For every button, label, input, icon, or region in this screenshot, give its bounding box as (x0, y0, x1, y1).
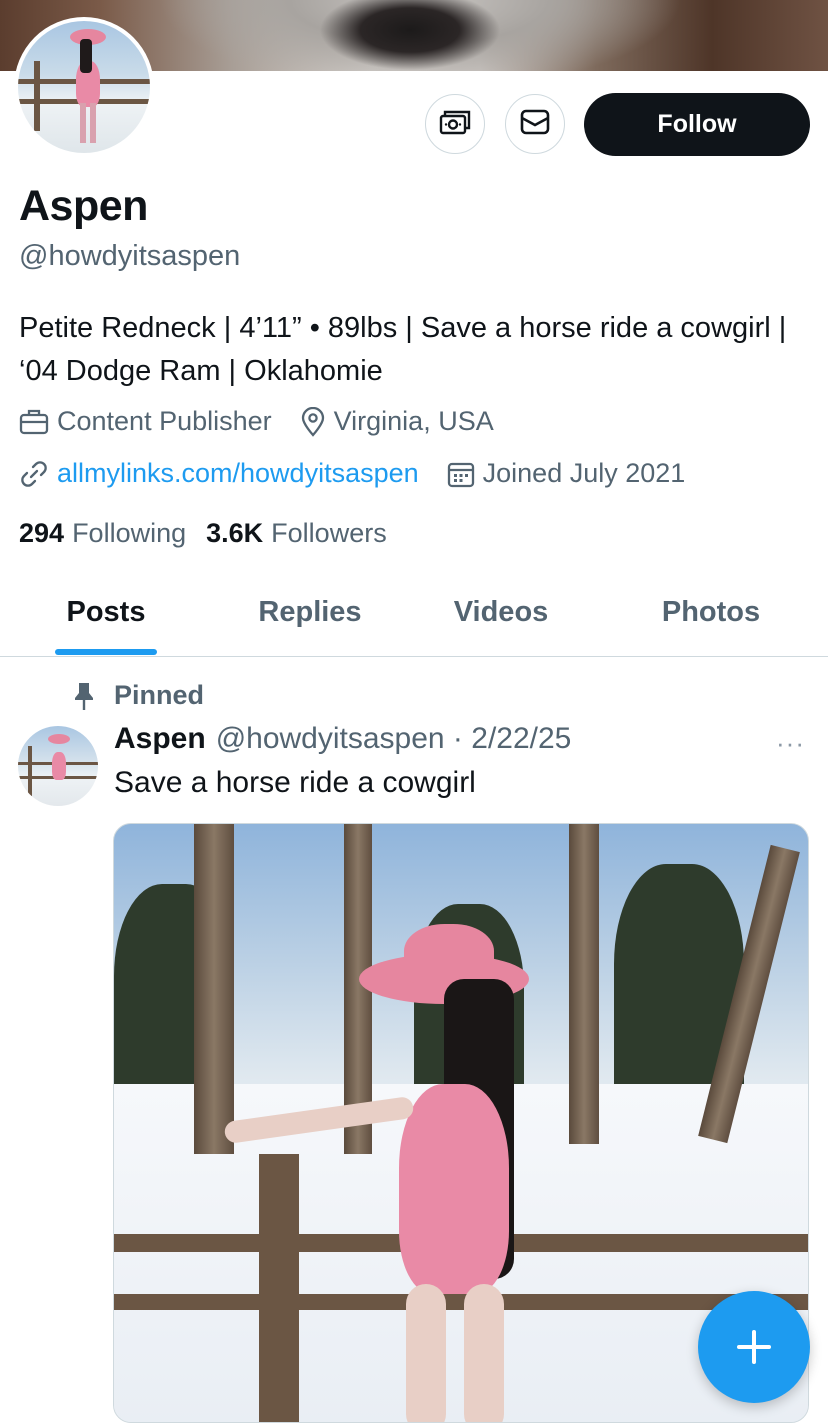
compose-button[interactable] (698, 1291, 810, 1403)
money-icon (439, 107, 471, 142)
post-author-handle-date[interactable]: @howdyitsaspen · 2/22/25 (216, 722, 572, 756)
location-text: Virginia, USA (333, 406, 494, 436)
tab-photos[interactable]: Photos (594, 570, 828, 655)
pinned-indicator: Pinned (72, 680, 204, 711)
profile-avatar[interactable] (14, 17, 154, 157)
tab-videos[interactable]: Videos (408, 570, 594, 655)
post-header: Aspen @howdyitsaspen · 2/22/25 (114, 722, 571, 756)
profile-meta-row-2: allmylinks.com/howdyitsaspen Joined July… (19, 458, 713, 489)
location-pin-icon (301, 406, 324, 437)
pinned-label: Pinned (114, 680, 205, 710)
join-date-text: Joined July 2021 (482, 458, 686, 488)
profile-stats: 294 Following 3.6K Followers (19, 518, 407, 549)
following-link[interactable]: 294 Following (19, 518, 186, 549)
plus-icon (737, 1330, 771, 1364)
location: Virginia, USA (300, 406, 494, 437)
follow-button[interactable]: Follow (584, 93, 810, 156)
post-text: Save a horse ride a cowgirl (114, 766, 476, 799)
subscribe-button[interactable] (425, 94, 485, 154)
website-link[interactable]: allmylinks.com/howdyitsaspen (57, 458, 419, 489)
website[interactable]: allmylinks.com/howdyitsaspen (19, 458, 419, 489)
active-tab-indicator (55, 649, 157, 655)
occupation: Content Publisher (19, 406, 272, 437)
post-author-name[interactable]: Aspen (114, 722, 206, 756)
mail-icon (520, 109, 550, 140)
following-count: 294 (19, 518, 65, 548)
more-options-icon[interactable]: ··· (776, 728, 805, 759)
tab-posts[interactable]: Posts (0, 570, 212, 655)
following-label: Following (72, 518, 187, 548)
join-date: Joined July 2021 (447, 458, 686, 489)
avatar-photo (18, 21, 150, 153)
followers-label: Followers (271, 518, 387, 548)
tab-replies[interactable]: Replies (212, 570, 408, 655)
occupation-text: Content Publisher (57, 406, 272, 436)
message-button[interactable] (505, 94, 565, 154)
profile-name: Aspen (19, 182, 148, 230)
profile-meta-row: Content Publisher Virginia, USA (19, 406, 522, 437)
followers-count: 3.6K (206, 518, 264, 548)
followers-link[interactable]: 3.6K Followers (206, 518, 387, 549)
pin-icon (75, 682, 93, 710)
profile-handle: @howdyitsaspen (19, 240, 241, 272)
briefcase-icon (19, 409, 49, 434)
profile-tabs: Posts Replies Videos Photos (0, 570, 828, 657)
profile-bio: Petite Redneck | 4’11” • 89lbs | Save a … (19, 312, 787, 387)
post-author-avatar[interactable] (18, 726, 98, 806)
link-icon (21, 460, 47, 487)
calendar-icon (447, 462, 474, 487)
